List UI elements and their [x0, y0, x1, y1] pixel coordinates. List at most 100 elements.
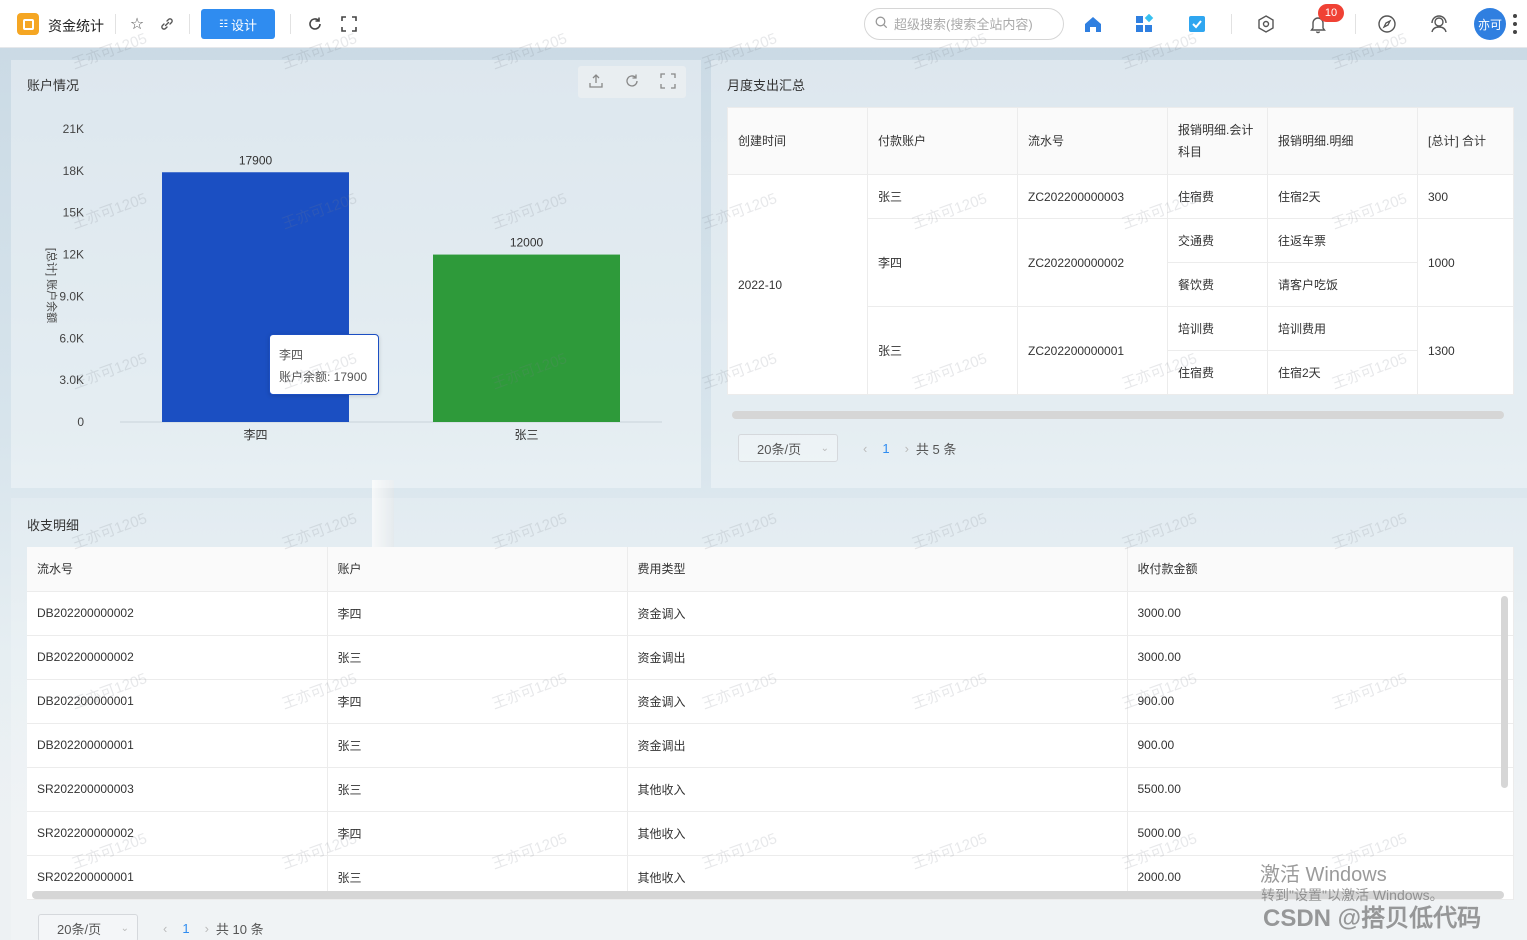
star-icon[interactable]: ☆ [125, 12, 149, 36]
table-row[interactable]: DB202200000002 李四 资金调入 3000.00 [27, 591, 1514, 636]
app-icon [17, 13, 39, 35]
total-count: 共 5 条 [915, 441, 957, 457]
page-size-select[interactable]: 20条/页 ⌄ [38, 914, 138, 940]
csdn-watermark: CSDN @搭贝低代码 [1263, 905, 1482, 932]
global-search[interactable] [864, 8, 1064, 40]
chart-refresh-icon[interactable] [624, 73, 640, 92]
type-cell: 其他收入 [627, 811, 1128, 856]
column-header[interactable]: 创建时间 [727, 107, 868, 175]
account-panel-title: 账户情况 [27, 78, 80, 93]
table-row[interactable]: DB202200000001 李四 资金调入 900.00 [27, 679, 1514, 724]
account-cell: 李四 [867, 218, 1018, 307]
account-cell: 李四 [327, 811, 628, 856]
type-cell: 资金调入 [627, 679, 1128, 724]
next-page-icon[interactable]: › [205, 921, 209, 936]
column-header[interactable]: 流水号 [27, 547, 328, 592]
y-tick-label: 0 [77, 415, 84, 429]
y-tick-label: 6.0K [59, 331, 84, 345]
more-icon[interactable] [1512, 14, 1518, 34]
bar-2 [433, 254, 620, 422]
toolbar-divider [1231, 14, 1232, 34]
windows-activation-title: 激活 Windows [1260, 864, 1387, 886]
account-cell: 张三 [867, 306, 1018, 395]
y-tick-label: 15K [63, 206, 84, 220]
account-cell: 张三 [867, 174, 1018, 219]
support-icon[interactable] [1427, 12, 1451, 36]
detail-panel-title: 收支明细 [27, 518, 80, 533]
monthly-table-header: 创建时间 付款账户 流水号 报销明细.会计科目 报销明细.明细 [总计] 合计 [727, 107, 1514, 175]
table-row[interactable]: SR202200000003 张三 其他收入 5500.00 [27, 767, 1514, 812]
chart-tooltip: 李四 账户余额: 17900 [269, 334, 379, 395]
design-button[interactable]: ☷ 设计 [201, 9, 275, 39]
column-header[interactable]: 收付款金额 [1127, 547, 1514, 592]
serial-cell: DB202200000001 [27, 679, 328, 724]
account-cell: 张三 [327, 635, 628, 680]
tooltip-value: 账户余额: 17900 [279, 370, 368, 384]
prev-page-icon[interactable]: ‹ [863, 441, 867, 456]
toolbar-divider [115, 14, 116, 34]
plugin-icon[interactable] [1254, 12, 1278, 36]
detail-cell: 往返车票 [1267, 218, 1418, 263]
y-tick-label: 3.0K [59, 373, 84, 387]
amount-cell: 3000.00 [1127, 635, 1514, 680]
refresh-icon[interactable] [303, 12, 327, 36]
page-size-select[interactable]: 20条/页 ⌄ [738, 434, 838, 462]
task-icon[interactable] [1185, 12, 1209, 36]
search-input[interactable] [894, 16, 1054, 32]
account-cell: 张三 [327, 723, 628, 768]
serial-cell: ZC202200000002 [1017, 218, 1168, 307]
table-row[interactable]: 2022-10 张三 ZC202200000003 住宿费 住宿2天 300 [727, 174, 1514, 395]
current-page[interactable]: 1 [182, 921, 189, 936]
monthly-pager: 20条/页 ⌄ ‹ 1 › 共 5 条 [738, 434, 956, 462]
subject-cell: 住宿费 [1167, 174, 1268, 219]
subject-cell: 培训费 [1167, 306, 1268, 351]
column-header[interactable]: 报销明细.会计科目 [1167, 107, 1268, 175]
column-header[interactable]: 流水号 [1017, 107, 1168, 175]
page-size-value: 20条/页 [757, 441, 802, 457]
type-cell: 资金调出 [627, 723, 1128, 768]
export-icon[interactable] [588, 73, 604, 92]
monthly-table-scrollbar[interactable] [732, 411, 1504, 419]
amount-cell: 5500.00 [1127, 767, 1514, 812]
type-cell: 资金调入 [627, 591, 1128, 636]
subject-cell: 交通费 [1167, 218, 1268, 263]
table-row[interactable]: DB202200000002 张三 资金调出 3000.00 [27, 635, 1514, 680]
next-page-icon[interactable]: › [905, 441, 909, 456]
table-row[interactable]: DB202200000001 张三 资金调出 900.00 [27, 723, 1514, 768]
tooltip-category: 李四 [279, 348, 304, 362]
app-title: 资金统计 [48, 18, 104, 34]
current-page[interactable]: 1 [882, 441, 889, 456]
x-tick-label: 李四 [243, 427, 267, 442]
amount-cell: 900.00 [1127, 723, 1514, 768]
compass-icon[interactable] [1375, 12, 1399, 36]
apps-icon[interactable] [1132, 12, 1156, 36]
detail-table-vscrollbar[interactable] [1501, 596, 1508, 788]
chevron-down-icon: ⌄ [820, 442, 829, 454]
account-bar-chart: 0 3.0K 6.0K 9.0K 12K 15K 18K 21K [总计] 账户余额 17900 李… [45, 122, 662, 442]
link-icon[interactable] [155, 12, 179, 36]
amount-cell: 5000.00 [1127, 811, 1514, 856]
serial-cell: ZC202200000001 [1017, 306, 1168, 395]
detail-pager: 20条/页 ⌄ ‹ 1 › 共 10 条 [38, 914, 264, 940]
type-cell: 资金调出 [627, 635, 1128, 680]
home-icon[interactable] [1081, 12, 1105, 36]
chart-fullscreen-icon[interactable] [660, 72, 676, 92]
detail-cell: 请客户吃饭 [1267, 262, 1418, 307]
column-header[interactable]: 付款账户 [867, 107, 1018, 175]
total-count: 共 10 条 [215, 921, 264, 937]
subject-cell: 住宿费 [1167, 350, 1268, 395]
x-tick-label: 张三 [514, 428, 538, 442]
column-header[interactable]: 费用类型 [627, 547, 1128, 592]
column-header[interactable]: 报销明细.明细 [1267, 107, 1418, 175]
column-header[interactable]: 账户 [327, 547, 628, 592]
y-tick-label: 18K [63, 164, 84, 178]
column-header[interactable]: [总计] 合计 [1417, 107, 1514, 175]
chart-toolbar [578, 66, 686, 98]
table-row[interactable]: SR202200000002 李四 其他收入 5000.00 [27, 811, 1514, 856]
user-avatar[interactable]: 亦可 [1474, 8, 1506, 40]
serial-cell: SR202200000002 [27, 811, 328, 856]
design-icon: ☷ [219, 18, 228, 30]
prev-page-icon[interactable]: ‹ [163, 921, 167, 936]
chevron-down-icon: ⌄ [120, 922, 129, 934]
fullscreen-icon[interactable] [337, 12, 361, 36]
